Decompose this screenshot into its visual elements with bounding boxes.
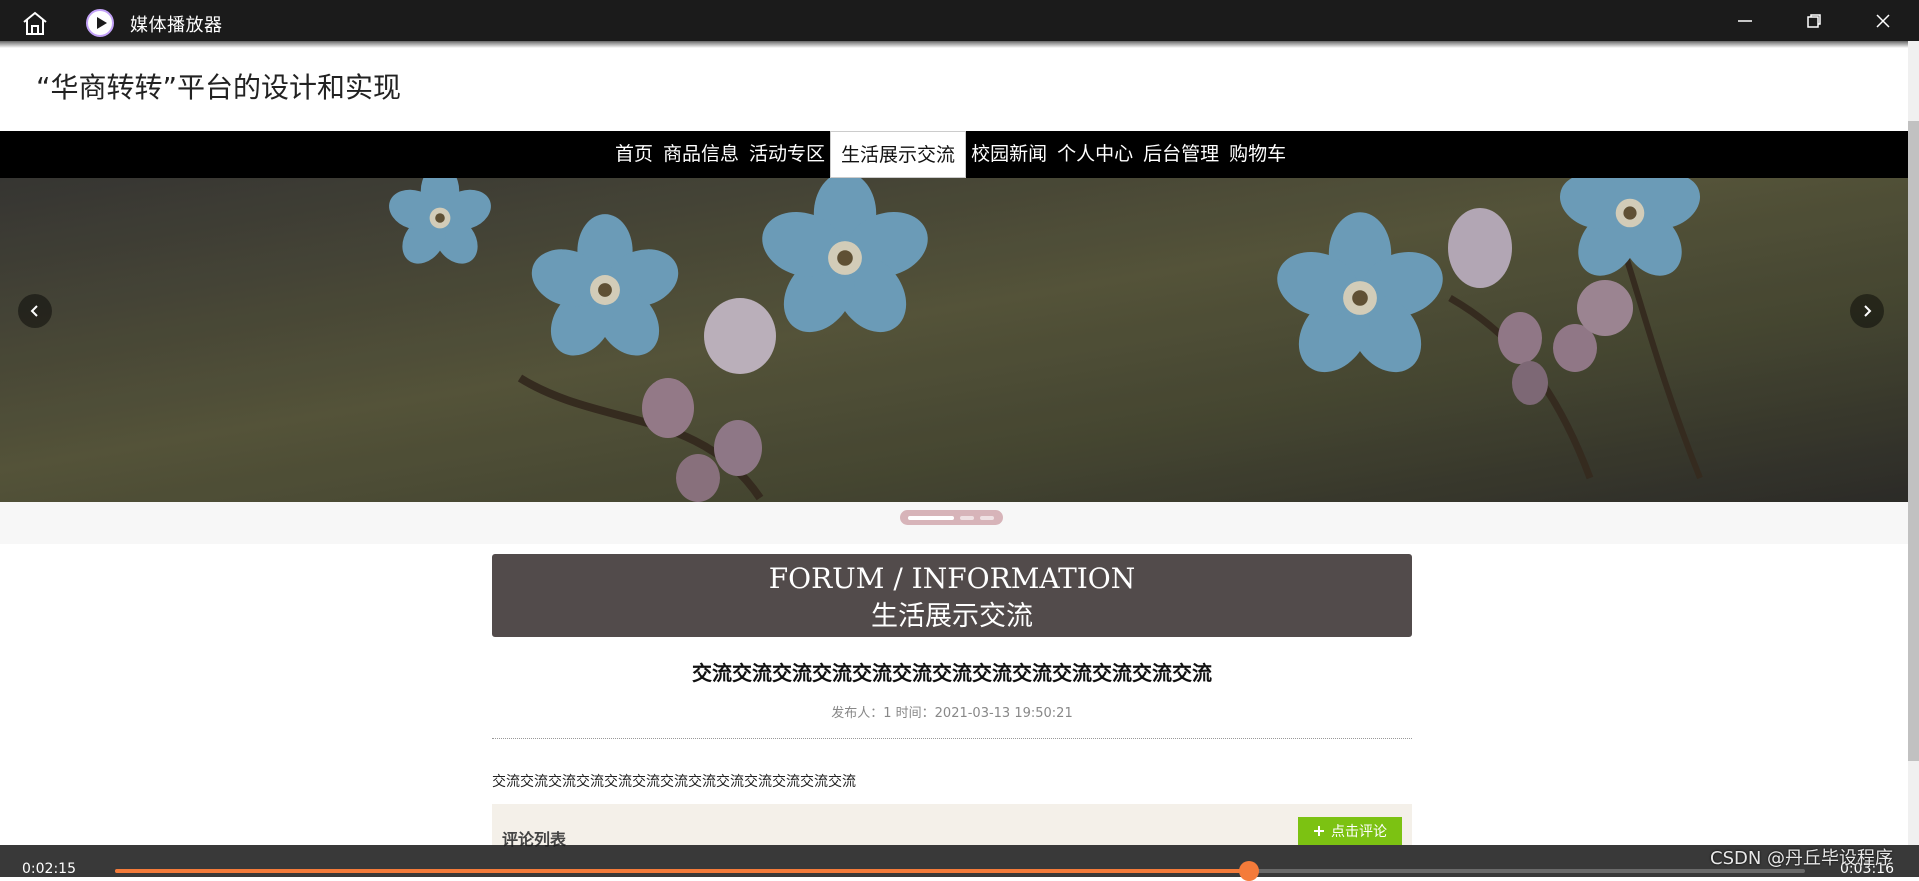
current-time: 0:02:15 (22, 861, 76, 877)
carousel-prev-button[interactable] (18, 294, 52, 328)
plus-icon (1314, 826, 1324, 836)
nav-item-profile[interactable]: 个人中心 (1052, 131, 1138, 178)
nav-item-admin[interactable]: 后台管理 (1138, 131, 1224, 178)
close-icon[interactable] (1866, 6, 1900, 36)
post-title: 交流交流交流交流交流交流交流交流交流交流交流交流交流 (692, 661, 1212, 685)
nav-item-products[interactable]: 商品信息 (658, 131, 744, 178)
forum-heading-en: FORUM / INFORMATION (768, 562, 1136, 595)
site-title: “华商转转”平台的设计和实现 (36, 71, 402, 104)
maximize-icon[interactable] (1797, 6, 1831, 36)
chevron-right-icon (1864, 305, 1872, 317)
vertical-scrollbar[interactable] (1908, 41, 1919, 845)
seek-bar[interactable] (115, 861, 1805, 881)
carousel-next-button[interactable] (1850, 294, 1884, 328)
nav-item-life-forum[interactable]: 生活展示交流 (830, 131, 967, 178)
forum-header: FORUM / INFORMATION 生活展示交流 (492, 554, 1412, 637)
comment-list-header: 评论列表 点击评论 (492, 804, 1412, 849)
forum-heading-cn: 生活展示交流 (871, 601, 1033, 632)
title-bar-shadow (0, 41, 1908, 48)
minimize-icon[interactable] (1728, 6, 1762, 36)
carousel-indicators (900, 510, 1003, 525)
window-title: 媒体播放器 (130, 15, 223, 36)
banner-image (0, 178, 1908, 502)
carousel-dot[interactable] (960, 516, 974, 520)
seek-handle[interactable] (1238, 861, 1259, 881)
add-comment-label: 点击评论 (1331, 824, 1387, 840)
media-player-icon (86, 9, 114, 37)
home-icon[interactable] (20, 10, 50, 36)
carousel-dot-active[interactable] (908, 516, 954, 520)
main-nav: 首页 商品信息 活动专区 生活展示交流 校园新闻 个人中心 后台管理 购物车 (0, 131, 1908, 178)
title-bar: 媒体播放器 (0, 0, 1919, 41)
post-divider (492, 738, 1412, 739)
seek-bar-progress (115, 869, 1249, 873)
chevron-left-icon (30, 305, 38, 317)
nav-item-activities[interactable]: 活动专区 (744, 131, 830, 178)
watermark-text: CSDN @丹丘毕设程序 (1710, 848, 1894, 869)
nav-item-campus-news[interactable]: 校园新闻 (966, 131, 1052, 178)
nav-item-cart[interactable]: 购物车 (1224, 131, 1291, 178)
banner-carousel[interactable] (0, 178, 1908, 502)
player-control-bar: 0:02:15 0:03:16 CSDN @丹丘毕设程序 (0, 845, 1919, 881)
nav-item-home[interactable]: 首页 (610, 131, 658, 178)
carousel-dot[interactable] (980, 516, 994, 520)
post-body: 交流交流交流交流交流交流交流交流交流交流交流交流交流 (492, 774, 856, 790)
add-comment-button[interactable]: 点击评论 (1298, 817, 1402, 845)
scrollbar-thumb[interactable] (1908, 121, 1919, 761)
post-meta: 发布人：1 时间：2021-03-13 19:50:21 (831, 706, 1073, 721)
